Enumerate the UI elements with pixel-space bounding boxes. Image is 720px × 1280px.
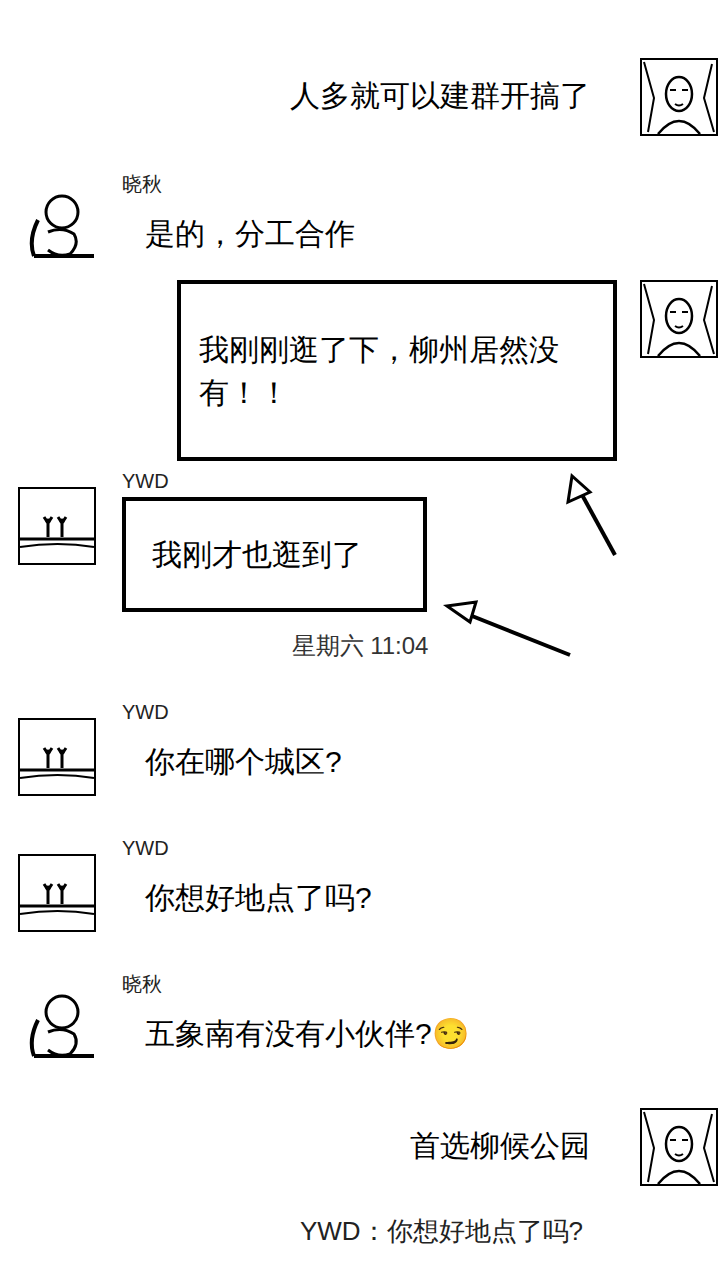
ywd-avatar-icon[interactable]: [18, 487, 96, 565]
message-bubble[interactable]: 五象南有没有小伙伴?😏: [122, 996, 492, 1072]
sender-name: 晓秋: [122, 172, 162, 196]
ywd-avatar-icon[interactable]: [18, 718, 96, 796]
message-bubble[interactable]: 你想好地点了吗?: [122, 860, 395, 936]
sender-name: YWD: [122, 700, 169, 724]
message-bubble[interactable]: 你在哪个城区?: [122, 724, 365, 800]
message-bubble[interactable]: 我刚才也逛到了: [122, 497, 427, 612]
quoted-message[interactable]: YWD：你想好地点了吗?: [0, 1216, 720, 1246]
sender-name: YWD: [122, 469, 169, 493]
time-divider: 星期六 11:04: [0, 628, 720, 664]
ywd-avatar-icon[interactable]: [18, 854, 96, 932]
xiaoqiu-avatar-icon[interactable]: [18, 190, 96, 268]
message-row: 晓秋五象南有没有小伙伴?😏: [0, 972, 720, 1072]
message-list: 人多就可以建群开搞了晓秋是的，分工合作我刚刚逛了下，柳州居然没有！！YWD我刚才…: [0, 0, 720, 1246]
annotation-arrows-icon: [0, 0, 720, 1280]
message-bubble[interactable]: 是的，分工合作: [122, 196, 378, 272]
message-row: YWD 我刚才也逛到了: [0, 469, 720, 612]
message-row: YWD你想好地点了吗?: [0, 836, 720, 936]
message-bubble[interactable]: 人多就可以建群开搞了: [270, 58, 610, 134]
xiaoqiu-avatar-icon[interactable]: [18, 990, 96, 1068]
sender-name: YWD: [122, 836, 169, 860]
message-bubble[interactable]: 我刚刚逛了下，柳州居然没有！！: [177, 280, 617, 461]
message-row: YWD你在哪个城区?: [0, 700, 720, 800]
sender-name: 晓秋: [122, 972, 162, 996]
message-row: 首选柳候公园: [0, 1108, 720, 1186]
message-row: 人多就可以建群开搞了: [0, 58, 720, 136]
self-avatar-icon[interactable]: [640, 58, 718, 136]
chat-screen: 人多就可以建群开搞了晓秋是的，分工合作我刚刚逛了下，柳州居然没有！！YWD我刚才…: [0, 0, 720, 1280]
message-bubble[interactable]: 首选柳候公园: [390, 1108, 610, 1184]
message-row: 晓秋是的，分工合作: [0, 172, 720, 272]
self-avatar-icon[interactable]: [640, 280, 718, 358]
self-avatar-icon[interactable]: [640, 1108, 718, 1186]
message-row: 我刚刚逛了下，柳州居然没有！！: [0, 280, 720, 461]
